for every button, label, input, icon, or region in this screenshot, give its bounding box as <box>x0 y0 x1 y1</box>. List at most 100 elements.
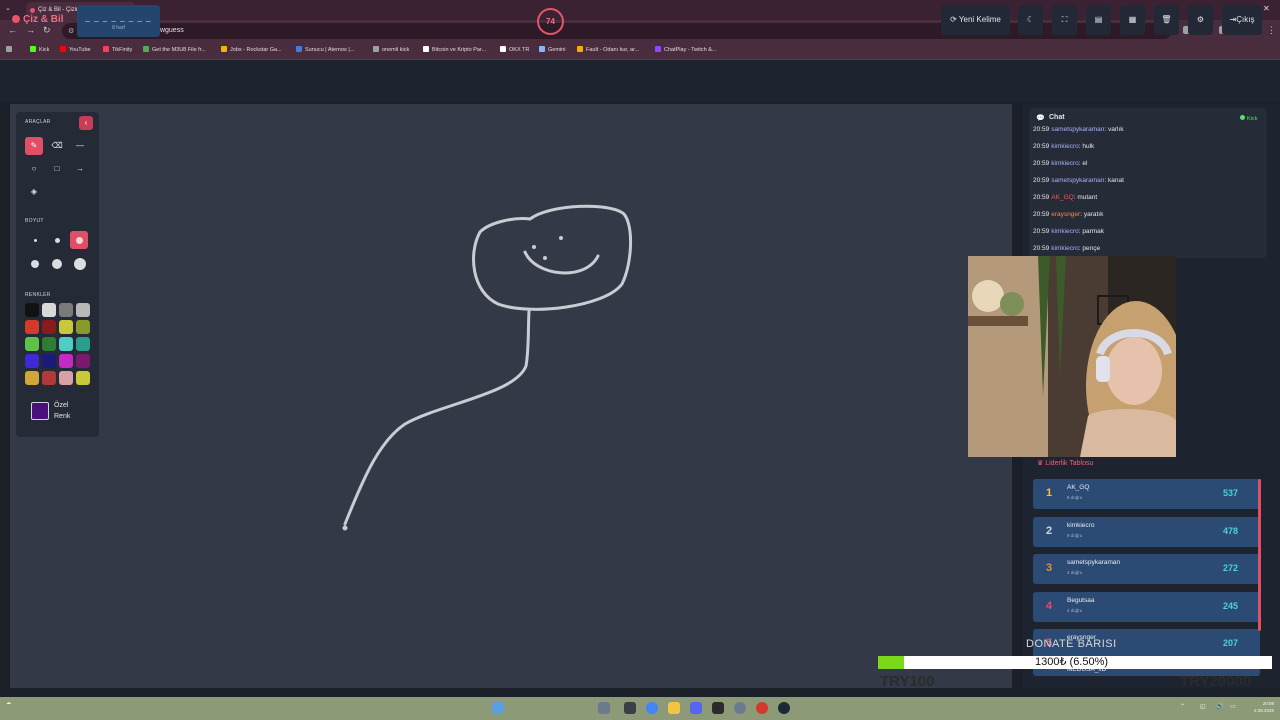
discord-icon[interactable] <box>690 702 702 714</box>
color-swatch[interactable] <box>42 320 56 334</box>
folder-icon[interactable] <box>668 702 680 714</box>
bookmark-label: Get the M3U8 File fr... <box>152 47 206 53</box>
color-swatch[interactable] <box>42 337 56 351</box>
size-option-m-selected[interactable] <box>70 231 88 249</box>
leaderboard-row: 4 Begutsaa 4 doğru 245 <box>1033 591 1260 622</box>
theme-toggle-button[interactable]: ☾ <box>1018 5 1043 35</box>
chat-username[interactable]: sametspykaraman <box>1051 177 1104 184</box>
custom-color-swatch[interactable] <box>31 402 49 420</box>
app-logo[interactable]: Çiz & Bil <box>12 14 64 25</box>
bookmark-item[interactable]: OKX TR <box>500 46 529 53</box>
size-option-xxl[interactable] <box>74 258 86 270</box>
drawing-canvas[interactable] <box>10 104 1012 688</box>
network-icon[interactable]: ◱ <box>1200 703 1206 710</box>
size-option-xs[interactable] <box>34 239 37 242</box>
bookmark-item[interactable]: Kick <box>30 46 49 53</box>
color-swatch[interactable] <box>59 337 73 351</box>
chat-text: hulk <box>1082 143 1095 150</box>
color-swatch[interactable] <box>25 320 39 334</box>
fill-tool-button[interactable]: ◈ <box>25 183 43 201</box>
color-swatch[interactable] <box>76 337 90 351</box>
color-swatch[interactable] <box>25 371 39 385</box>
bookmark-item[interactable]: onemli kick <box>373 46 409 53</box>
chat-username[interactable]: sametspykaraman <box>1051 126 1104 133</box>
pen-tool-button[interactable]: ✎ <box>25 137 43 155</box>
hide-panel-button[interactable]: ▦ <box>1120 5 1145 35</box>
weather-widget[interactable]: ☁ <box>6 700 11 707</box>
bookmark-item[interactable]: Get the M3U8 File fr... <box>143 46 206 53</box>
file-explorer-icon[interactable] <box>624 702 636 714</box>
close-window-icon[interactable]: ✕ <box>1263 4 1270 13</box>
color-swatch[interactable] <box>76 354 90 368</box>
color-swatch[interactable] <box>59 303 73 317</box>
chat-username[interactable]: kimkiecro <box>1051 143 1078 150</box>
forward-icon[interactable]: → <box>26 25 35 35</box>
tray-chevron-icon[interactable]: ⌃ <box>1180 703 1185 710</box>
color-swatch[interactable] <box>25 354 39 368</box>
chat-message: 20:59 eraysnger: yaratık <box>1033 211 1103 218</box>
bookmark-item[interactable]: YouTube <box>60 46 91 53</box>
site-info-icon[interactable]: ⚙ <box>68 27 74 35</box>
chat-timestamp: 20:59 <box>1033 143 1050 150</box>
arrow-tool-button[interactable]: → <box>71 160 89 178</box>
color-swatch[interactable] <box>42 354 56 368</box>
obs-icon[interactable] <box>734 702 746 714</box>
taskbar-clock[interactable]: 20:59 2.08.2026 <box>1242 700 1274 714</box>
size-option-xl[interactable] <box>52 259 62 269</box>
app-icon[interactable] <box>712 702 724 714</box>
color-swatch[interactable] <box>76 371 90 385</box>
back-icon[interactable]: ← <box>8 25 17 35</box>
circle-tool-button[interactable]: ○ <box>25 160 43 178</box>
clock-date: 2.08.2026 <box>1253 708 1274 713</box>
color-swatch[interactable] <box>42 371 56 385</box>
color-swatch[interactable] <box>59 354 73 368</box>
bookmark-label: Fault - Odanı kur, ar... <box>586 47 640 53</box>
start-icon[interactable] <box>492 702 504 714</box>
chat-username[interactable]: kimkiecro <box>1051 228 1078 235</box>
exit-button[interactable]: ⇥Çıkış <box>1222 5 1262 35</box>
color-swatch[interactable] <box>42 303 56 317</box>
color-swatch[interactable] <box>59 320 73 334</box>
tab-search-icon[interactable]: ⌄ <box>5 4 11 12</box>
color-swatch[interactable] <box>59 371 73 385</box>
eraser-tool-button[interactable]: ⌫ <box>48 137 66 155</box>
color-swatch[interactable] <box>25 303 39 317</box>
steam-icon[interactable] <box>778 702 790 714</box>
volume-icon[interactable]: 🔊 <box>1216 703 1223 710</box>
bookmark-item[interactable]: Bitcoin ve Kripto Par... <box>423 46 486 53</box>
chat-username[interactable]: kimkiecro <box>1051 160 1078 167</box>
color-swatch[interactable] <box>76 303 90 317</box>
palette-icon <box>12 15 20 23</box>
collapse-panel-button[interactable]: ‹ <box>79 116 93 130</box>
browser-menu-icon[interactable]: ⋮ <box>1267 25 1276 36</box>
keyboard-button[interactable]: ▤ <box>1086 5 1111 35</box>
bookmark-item[interactable]: Gemini <box>539 46 565 53</box>
size-option-s[interactable] <box>55 238 60 243</box>
fullscreen-button[interactable]: ⛶ <box>1052 5 1077 35</box>
size-option-l[interactable] <box>31 260 39 268</box>
chrome-icon[interactable] <box>646 702 658 714</box>
new-word-button[interactable]: ⟳ Yeni Kelime <box>941 5 1010 35</box>
task-view-icon[interactable] <box>598 702 610 714</box>
color-swatch[interactable] <box>76 320 90 334</box>
reload-icon[interactable]: ↻ <box>43 25 51 36</box>
settings-button[interactable]: ⚙ <box>1188 5 1213 35</box>
leaderboard-scrollbar[interactable] <box>1258 479 1261 631</box>
battery-icon[interactable]: ▭ <box>1230 703 1236 710</box>
apps-grid-icon[interactable] <box>6 46 15 53</box>
color-swatch[interactable] <box>25 337 39 351</box>
rectangle-tool-button[interactable]: □ <box>48 160 66 178</box>
chat-username[interactable]: eraysnger <box>1051 211 1080 218</box>
bookmark-item[interactable]: ChatPlay - Twitch &... <box>655 46 716 53</box>
clock-time: 20:59 <box>1262 701 1274 706</box>
bookmark-label: Bitcoin ve Kripto Par... <box>432 47 487 53</box>
clear-canvas-button[interactable]: 🗑 <box>1154 5 1179 35</box>
chat-username[interactable]: kimkiecro <box>1051 245 1078 252</box>
app-icon[interactable] <box>756 702 768 714</box>
bookmark-item[interactable]: TikFinity <box>103 46 132 53</box>
bookmark-item[interactable]: Sunucu | Aternos |... <box>296 46 354 53</box>
line-tool-button[interactable]: — <box>71 137 89 155</box>
bookmark-item[interactable]: Fault - Odanı kur, ar... <box>577 46 639 53</box>
bookmark-item[interactable]: Jobs - Rockstar Ga... <box>221 46 282 53</box>
chat-username[interactable]: AK_GQ <box>1051 194 1073 201</box>
